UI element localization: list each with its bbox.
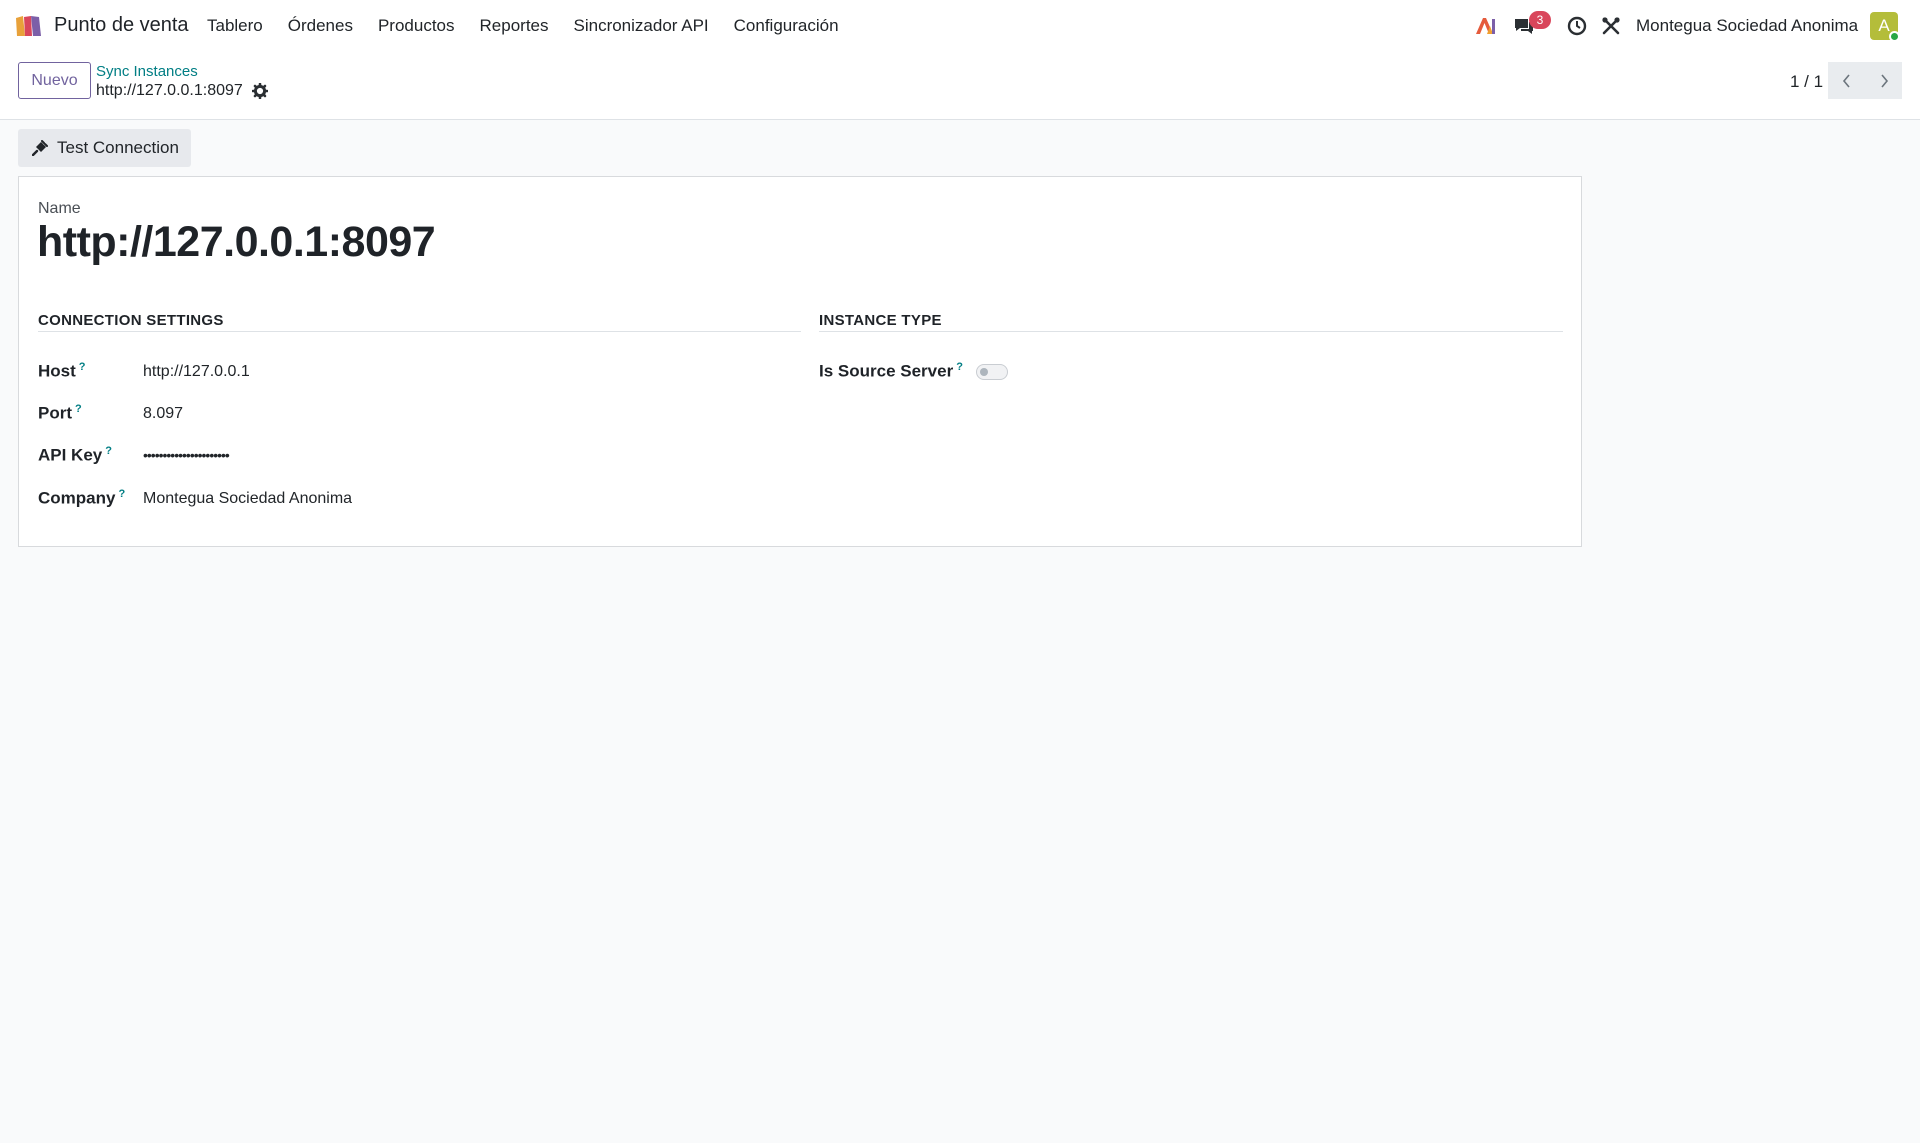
menu-item-tablero[interactable]: Tablero <box>207 16 263 36</box>
api-key-help-icon[interactable]: ? <box>105 445 112 457</box>
form-sheet: Name http://127.0.0.1:8097 CONNECTION SE… <box>18 176 1582 547</box>
port-field[interactable]: 8.097 <box>143 405 183 423</box>
test-connection-label: Test Connection <box>57 138 179 157</box>
menu-item-ordenes[interactable]: Órdenes <box>288 16 353 36</box>
connection-settings-title: CONNECTION SETTINGS <box>38 312 224 329</box>
api-key-field[interactable]: •••••••••••••••••••••• <box>143 447 230 463</box>
chevron-right-icon <box>1880 73 1888 88</box>
pager-value[interactable]: 1 / 1 <box>1790 72 1823 92</box>
toggle-knob <box>980 368 988 376</box>
menu-item-productos[interactable]: Productos <box>378 16 455 36</box>
port-label: Port? <box>38 403 82 423</box>
breadcrumb-current-record: http://127.0.0.1:8097 <box>96 82 243 99</box>
host-field[interactable]: http://127.0.0.1 <box>143 363 250 381</box>
menu-item-sincronizador-api[interactable]: Sincronizador API <box>574 16 709 36</box>
name-field-label: Name <box>38 200 81 217</box>
ai-icon[interactable] <box>1474 15 1496 37</box>
host-label: Host? <box>38 361 86 381</box>
debug-tools-icon[interactable] <box>1600 15 1622 37</box>
is-source-server-label: Is Source Server? <box>819 361 963 381</box>
activity-clock-icon[interactable] <box>1566 15 1588 37</box>
pager-next-button[interactable] <box>1865 62 1902 99</box>
messages-count-badge: 3 <box>1529 11 1551 29</box>
pager-previous-button[interactable] <box>1828 62 1865 99</box>
breadcrumb-sync-instances[interactable]: Sync Instances <box>96 63 198 80</box>
company-label: Company? <box>38 488 126 508</box>
company-field[interactable]: Montegua Sociedad Anonima <box>143 490 352 508</box>
test-connection-button[interactable]: Test Connection <box>18 129 191 167</box>
app-logo-icon[interactable] <box>14 14 44 38</box>
company-switcher[interactable]: Montegua Sociedad Anonima <box>1636 16 1858 36</box>
top-navbar: Punto de venta Tablero Órdenes Productos… <box>0 0 1920 52</box>
is-source-server-toggle[interactable] <box>976 364 1008 380</box>
instance-type-title: INSTANCE TYPE <box>819 312 942 329</box>
control-panel: Nuevo Sync Instances http://127.0.0.1:80… <box>0 52 1920 120</box>
instance-type-divider <box>819 331 1563 332</box>
plug-icon <box>32 140 48 156</box>
port-help-icon[interactable]: ? <box>75 403 82 415</box>
connection-settings-divider <box>38 331 801 332</box>
host-help-icon[interactable]: ? <box>79 361 86 373</box>
company-help-icon[interactable]: ? <box>118 488 125 500</box>
main-menu: Tablero Órdenes Productos Reportes Sincr… <box>207 16 864 36</box>
app-name[interactable]: Punto de venta <box>54 14 189 37</box>
chevron-left-icon <box>1842 73 1850 88</box>
menu-item-reportes[interactable]: Reportes <box>480 16 549 36</box>
presence-status-icon <box>1889 31 1900 42</box>
is-source-server-help-icon[interactable]: ? <box>956 361 963 373</box>
menu-item-configuracion[interactable]: Configuración <box>734 16 839 36</box>
new-button[interactable]: Nuevo <box>18 62 91 99</box>
name-field[interactable]: http://127.0.0.1:8097 <box>37 218 436 267</box>
gear-icon[interactable] <box>252 83 268 99</box>
api-key-label: API Key? <box>38 445 112 465</box>
